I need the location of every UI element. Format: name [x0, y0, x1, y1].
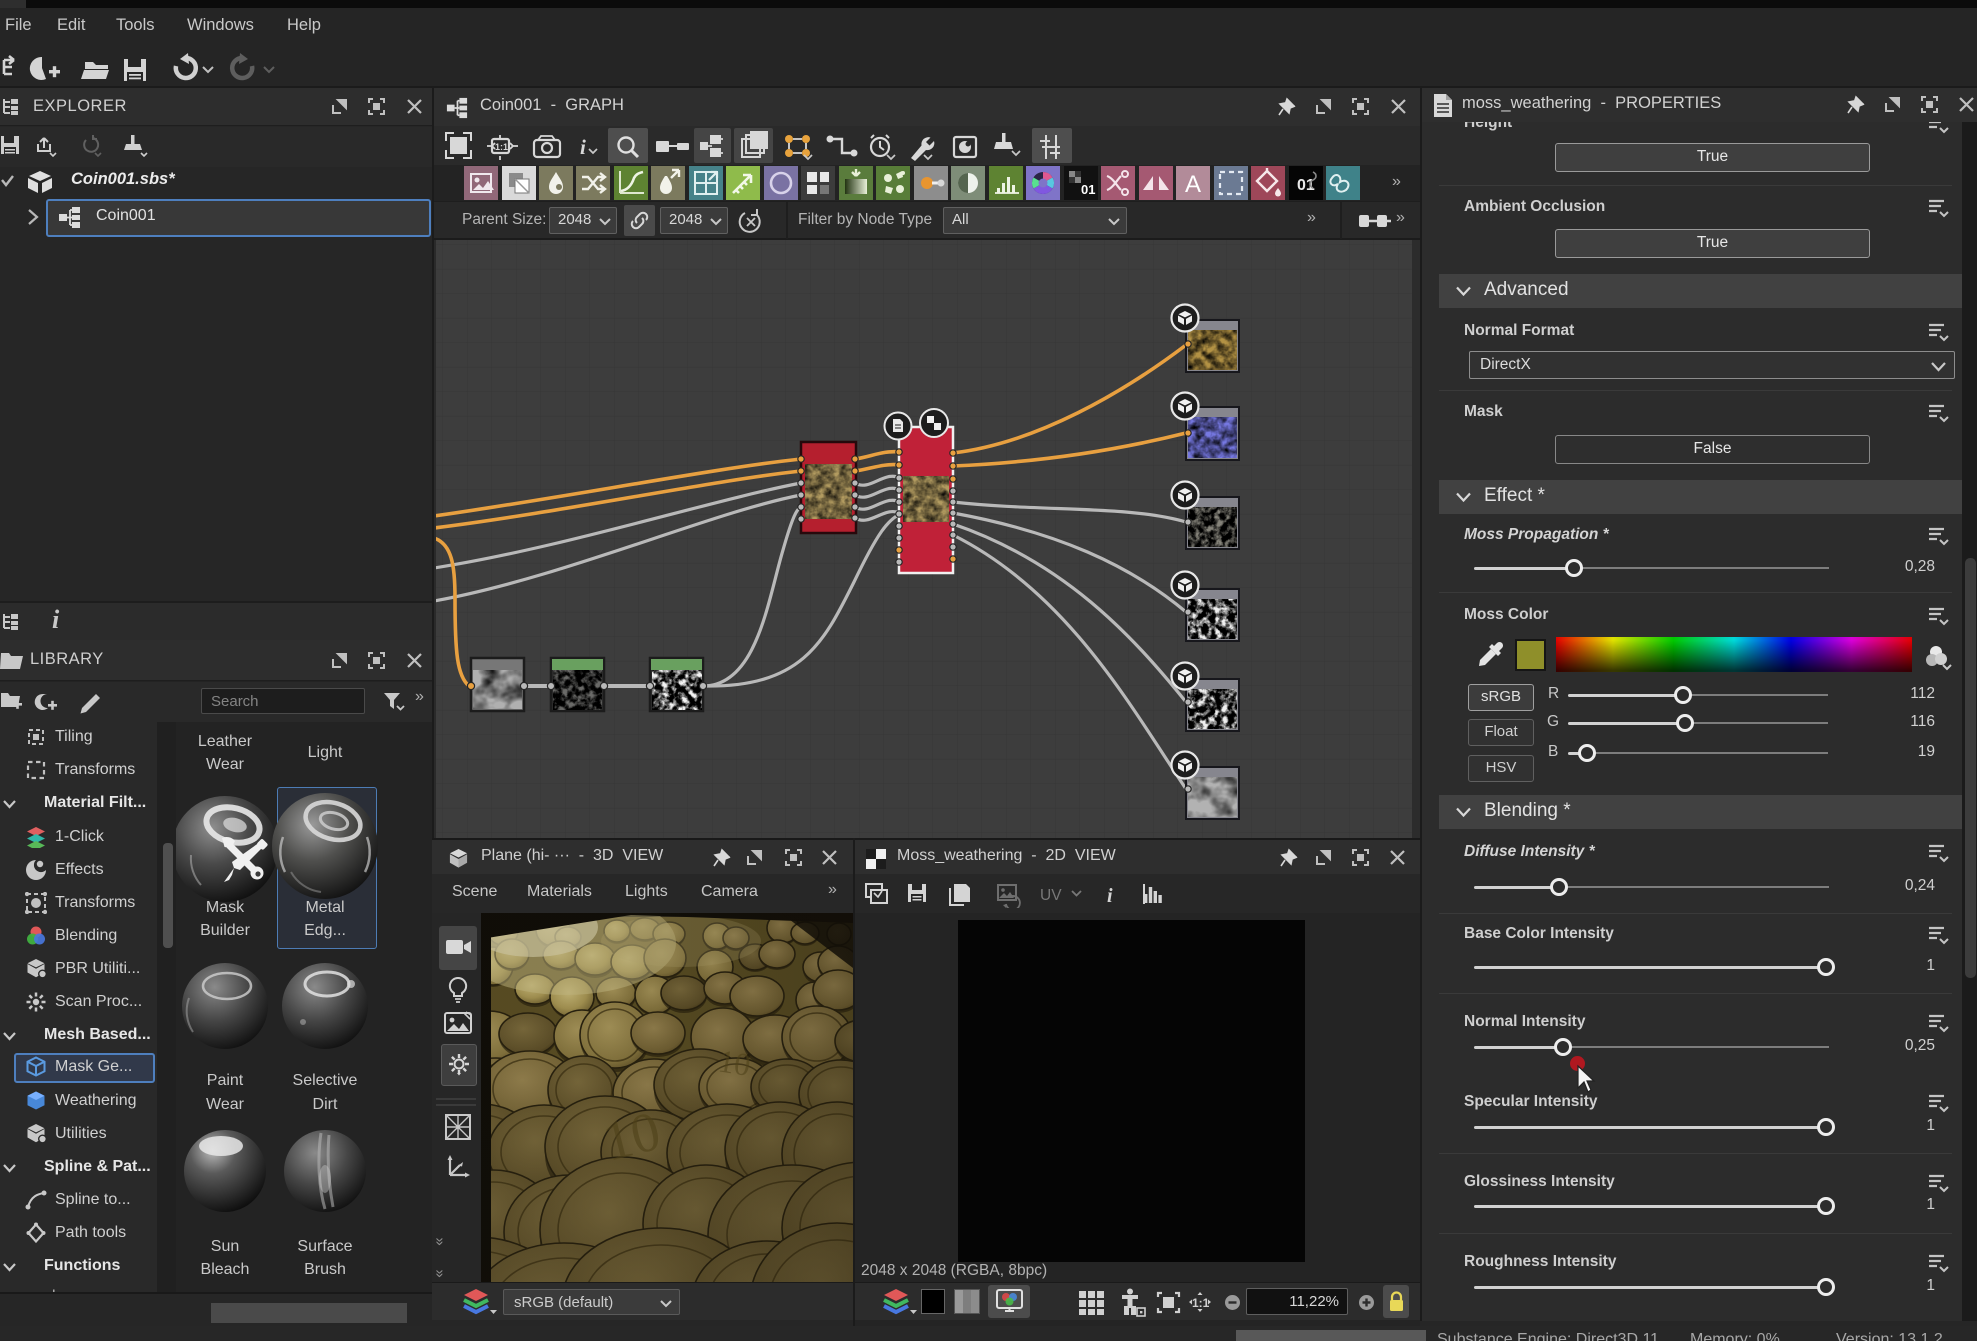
svg-text:A: A	[1185, 171, 1201, 198]
svg-text:1:1: 1:1	[1192, 1296, 1210, 1310]
svg-text:10: 10	[716, 1042, 753, 1083]
svg-text:i: i	[1107, 885, 1113, 907]
svg-text:1:1: 1:1	[495, 142, 508, 152]
svg-text:UV: UV	[1040, 887, 1062, 904]
svg-text:i: i	[580, 135, 586, 159]
svg-text:01: 01	[1081, 182, 1095, 197]
